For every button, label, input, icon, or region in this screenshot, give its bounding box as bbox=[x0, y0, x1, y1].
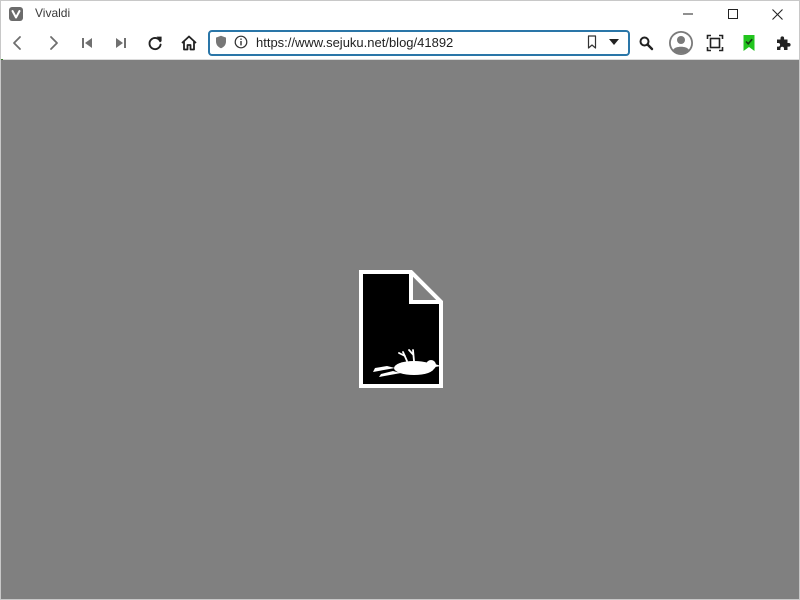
window-title: Vivaldi bbox=[35, 6, 71, 20]
reading-list-button[interactable] bbox=[736, 30, 762, 56]
reload-button[interactable] bbox=[142, 30, 168, 56]
reload-icon bbox=[148, 36, 162, 51]
close-button[interactable] bbox=[754, 1, 799, 27]
rewind-icon bbox=[82, 38, 92, 48]
capture-frame-icon bbox=[706, 34, 724, 52]
title-bar: Vivaldi bbox=[1, 1, 799, 27]
fast-forward-icon bbox=[116, 38, 126, 48]
fast-forward-button[interactable] bbox=[108, 30, 134, 56]
home-button[interactable] bbox=[176, 30, 202, 56]
bookmark-icon[interactable] bbox=[586, 35, 598, 49]
minimize-button[interactable] bbox=[665, 1, 711, 27]
minimize-icon bbox=[683, 13, 693, 15]
search-icon bbox=[639, 36, 654, 51]
url-text[interactable]: https://www.sejuku.net/blog/41892 bbox=[256, 35, 453, 50]
browser-window: Vivaldi https://www.sejuku.net/blog/4189… bbox=[0, 0, 800, 600]
back-button[interactable] bbox=[5, 30, 31, 56]
info-icon[interactable] bbox=[234, 35, 248, 49]
profile-avatar-icon bbox=[669, 31, 693, 55]
navigation-toolbar: https://www.sejuku.net/blog/41892 bbox=[1, 27, 799, 60]
reading-list-icon bbox=[743, 35, 755, 51]
forward-button[interactable] bbox=[40, 30, 66, 56]
maximize-icon bbox=[728, 9, 738, 19]
dropdown-arrow-icon[interactable] bbox=[608, 38, 620, 46]
maximize-button[interactable] bbox=[710, 1, 756, 27]
back-arrow-icon bbox=[13, 36, 21, 50]
search-button[interactable] bbox=[633, 30, 659, 56]
web-content-viewport bbox=[1, 60, 799, 599]
shield-icon[interactable] bbox=[215, 35, 227, 49]
puzzle-piece-icon bbox=[777, 36, 791, 50]
address-bar[interactable]: https://www.sejuku.net/blog/41892 bbox=[208, 30, 630, 56]
capture-button[interactable] bbox=[702, 30, 728, 56]
broken-image-icon bbox=[359, 270, 443, 388]
rewind-button[interactable] bbox=[74, 30, 100, 56]
extensions-button[interactable] bbox=[770, 30, 796, 56]
profile-button[interactable] bbox=[668, 30, 694, 56]
close-icon bbox=[771, 8, 783, 20]
forward-arrow-icon bbox=[50, 36, 58, 50]
home-icon bbox=[181, 35, 197, 51]
vivaldi-logo-icon[interactable] bbox=[9, 7, 23, 21]
